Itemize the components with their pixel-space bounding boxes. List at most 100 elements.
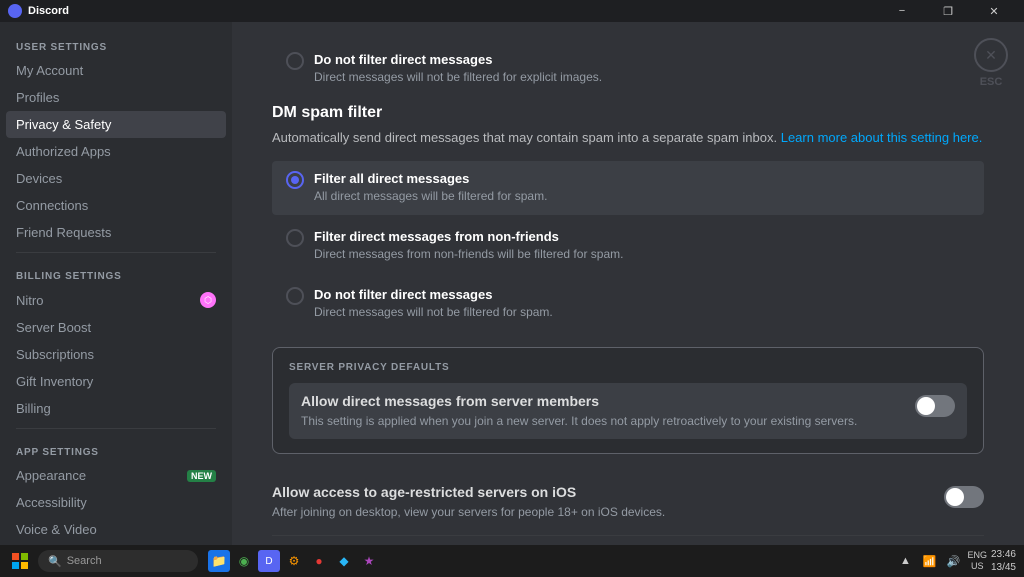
taskbar-time: 23:46 13/45 [991, 548, 1016, 574]
app-settings-label: APP SETTINGS [6, 435, 226, 462]
sidebar-item-label: Billing [16, 401, 51, 416]
sidebar-item-label: Privacy & Safety [16, 117, 111, 132]
age-restricted-ios-text: Allow access to age-restricted servers o… [272, 484, 665, 521]
close-button[interactable]: ✕ [972, 0, 1016, 22]
filter-non-friends-option[interactable]: Filter direct messages from non-friends … [272, 219, 984, 273]
sidebar-item-voice-video[interactable]: Voice & Video [6, 516, 226, 543]
sidebar-item-privacy-safety[interactable]: Privacy & Safety [6, 111, 226, 138]
sidebar-item-label: Devices [16, 171, 62, 186]
sidebar-item-connections[interactable]: Connections [6, 192, 226, 219]
sidebar-item-label: Accessibility [16, 495, 87, 510]
no-filter-bottom-content: Do not filter direct messages Direct mes… [314, 287, 553, 321]
tray-icon-network[interactable]: 📶 [919, 551, 939, 571]
filter-all-desc: All direct messages will be filtered for… [314, 188, 547, 205]
taskbar-app-browser[interactable]: ◉ [233, 550, 255, 572]
sidebar-item-label: Server Boost [16, 320, 91, 335]
allow-dm-text: Allow direct messages from server member… [301, 393, 857, 430]
filter-all-content: Filter all direct messages All direct me… [314, 171, 547, 205]
no-filter-bottom-option[interactable]: Do not filter direct messages Direct mes… [272, 277, 984, 331]
taskbar-app-misc1[interactable]: ⚙ [283, 550, 305, 572]
sidebar-item-nitro[interactable]: Nitro ⬡ [6, 286, 226, 314]
sidebar-item-appearance[interactable]: Appearance NEW [6, 462, 226, 489]
taskbar-search[interactable]: 🔍 Search [38, 550, 198, 572]
age-restricted-ios-desc: After joining on desktop, view your serv… [272, 504, 665, 521]
sidebar-item-label: Friend Requests [16, 225, 111, 240]
discord-logo-icon [8, 4, 22, 18]
taskbar-app-explorer[interactable]: 📁 [208, 550, 230, 572]
title-bar-controls: − ❐ ✕ [880, 0, 1016, 22]
allow-dm-toggle[interactable] [915, 395, 955, 417]
taskbar-app-misc4[interactable]: ★ [358, 550, 380, 572]
no-filter-bottom-title: Do not filter direct messages [314, 287, 553, 302]
taskbar: 🔍 Search 📁 ◉ D ⚙ ● ◆ ★ ▲ 📶 🔊 [0, 545, 1024, 577]
toggle-knob-ios [946, 488, 964, 506]
sidebar-item-authorized-apps[interactable]: Authorized Apps [6, 138, 226, 165]
content-area: ✕ ESC Do not filter direct messages Dire… [232, 22, 1024, 545]
misc3-icon: ◆ [339, 554, 348, 568]
sidebar-item-friend-requests[interactable]: Friend Requests [6, 219, 226, 246]
server-privacy-label: SERVER PRIVACY DEFAULTS [289, 362, 967, 373]
sidebar-item-label: Profiles [16, 90, 59, 105]
misc2-icon: ● [315, 554, 322, 568]
app-title: Discord [28, 5, 69, 17]
filter-non-friends-desc: Direct messages from non-friends will be… [314, 246, 623, 263]
radio-filter-non-friends [286, 229, 304, 247]
search-icon: 🔍 [48, 555, 62, 568]
nitro-icon: ⬡ [200, 292, 216, 308]
browser-icon: ◉ [239, 554, 249, 568]
taskbar-app-misc2[interactable]: ● [308, 550, 330, 572]
sidebar-item-label: Nitro [16, 293, 43, 308]
title-bar: Discord − ❐ ✕ [0, 0, 1024, 22]
sidebar-item-label: My Account [16, 63, 83, 78]
radio-filter-all [286, 171, 304, 189]
sidebar-item-gift-inventory[interactable]: Gift Inventory [6, 368, 226, 395]
misc1-icon: ⚙ [289, 554, 300, 568]
age-restricted-ios-title: Allow access to age-restricted servers o… [272, 484, 665, 500]
filter-non-friends-title: Filter direct messages from non-friends [314, 229, 623, 244]
allow-dm-title: Allow direct messages from server member… [301, 393, 857, 409]
dm-spam-title: DM spam filter [272, 104, 984, 122]
no-filter-bottom-desc: Direct messages will not be filtered for… [314, 304, 553, 321]
dm-spam-desc: Automatically send direct messages that … [272, 128, 984, 148]
esc-circle: ✕ [974, 38, 1008, 72]
sidebar-item-label: Connections [16, 198, 88, 213]
app-body: USER SETTINGS My Account Profiles Privac… [0, 22, 1024, 545]
tray-icon-volume[interactable]: 🔊 [943, 551, 963, 571]
no-filter-top-desc: Direct messages will not be filtered for… [314, 69, 602, 86]
sidebar-item-label: Voice & Video [16, 522, 97, 537]
sidebar-item-label: Appearance [16, 468, 86, 483]
esc-button[interactable]: ✕ ESC [974, 38, 1008, 88]
sidebar-item-accessibility[interactable]: Accessibility [6, 489, 226, 516]
no-filter-top-option[interactable]: Do not filter direct messages Direct mes… [272, 42, 984, 96]
dm-spam-desc-text: Automatically send direct messages that … [272, 130, 777, 145]
taskbar-apps: 📁 ◉ D ⚙ ● ◆ ★ [208, 550, 380, 572]
divider-billing [16, 252, 216, 253]
filter-all-option[interactable]: Filter all direct messages All direct me… [272, 161, 984, 215]
sidebar-item-label: Gift Inventory [16, 374, 93, 389]
filter-all-title: Filter all direct messages [314, 171, 547, 186]
radio-no-filter-bottom [286, 287, 304, 305]
explorer-icon: 📁 [212, 554, 227, 568]
sidebar-item-server-boost[interactable]: Server Boost [6, 314, 226, 341]
taskbar-app-misc3[interactable]: ◆ [333, 550, 355, 572]
dm-spam-link[interactable]: Learn more about this setting here. [781, 130, 983, 145]
sidebar-item-subscriptions[interactable]: Subscriptions [6, 341, 226, 368]
sidebar-item-my-account[interactable]: My Account [6, 57, 226, 84]
minimize-button[interactable]: − [880, 0, 924, 22]
sidebar-item-devices[interactable]: Devices [6, 165, 226, 192]
age-restricted-ios-row: Allow access to age-restricted servers o… [272, 470, 984, 536]
allow-dm-setting-highlighted: Allow direct messages from server member… [289, 383, 967, 440]
restore-button[interactable]: ❐ [926, 0, 970, 22]
taskbar-app-discord[interactable]: D [258, 550, 280, 572]
filter-non-friends-content: Filter direct messages from non-friends … [314, 229, 623, 263]
dm-spam-section: DM spam filter Automatically send direct… [272, 104, 984, 331]
sidebar-item-profiles[interactable]: Profiles [6, 84, 226, 111]
search-placeholder: Search [67, 555, 102, 567]
esc-label: ESC [980, 76, 1003, 88]
age-restricted-ios-toggle[interactable] [944, 486, 984, 508]
tray-icon-1[interactable]: ▲ [895, 551, 915, 571]
sidebar-item-billing[interactable]: Billing [6, 395, 226, 422]
discord-taskbar-icon: D [265, 556, 272, 567]
start-button[interactable] [8, 549, 32, 573]
locale-text: US [967, 561, 987, 572]
